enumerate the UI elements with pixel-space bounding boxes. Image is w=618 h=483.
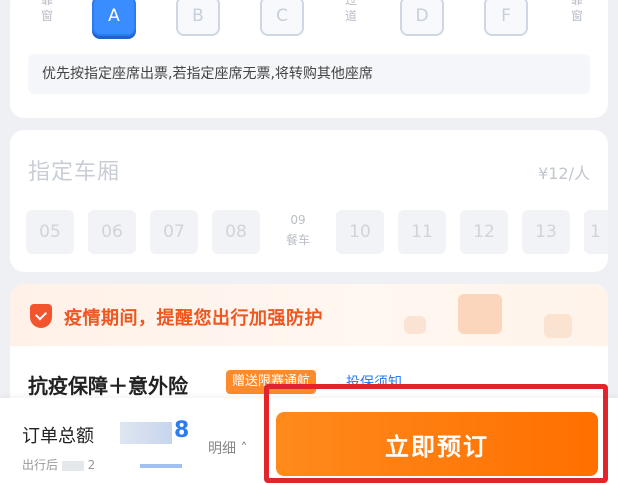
epidemic-banner-text: 疫情期间，提醒您出行加强防护	[64, 308, 323, 329]
dining-car-label: 餐车	[285, 233, 310, 247]
seat-notice: 优先按指定座席出票,若指定座席无票,将转购其他座席	[28, 54, 590, 94]
chevron-up-icon: ˄	[240, 441, 248, 457]
car-item[interactable]: 11	[398, 210, 446, 254]
insurance-title: 抗疫保障＋意外险	[28, 374, 188, 398]
booking-page: 靠窗 A B C 过道 D F 靠窗 优先按指定座席出票,若指定座席无票,将转购…	[0, 0, 618, 483]
seat-c-button[interactable]: C	[260, 0, 304, 36]
after-travel-text: 出行后	[22, 458, 59, 472]
car-item[interactable]: 08	[212, 210, 260, 254]
carriage-card: 指定车厢 ¥12/人 05 06 07 08 09 餐车 10 11 12 13…	[10, 130, 608, 272]
car-item[interactable]: 10	[336, 210, 384, 254]
carriage-price: ¥12/人	[538, 164, 590, 183]
car-item[interactable]: 1	[584, 210, 608, 254]
car-item[interactable]: 12	[460, 210, 508, 254]
underline-blur	[140, 464, 182, 468]
decoration	[544, 314, 572, 338]
seat-d-button[interactable]: D	[400, 0, 444, 36]
after-travel-label: 出行后 2	[22, 456, 95, 473]
car-item[interactable]: 06	[88, 210, 136, 254]
car-item[interactable]: 05	[26, 210, 74, 254]
seat-f-button[interactable]: F	[484, 0, 528, 36]
dining-car-item: 09 餐车	[270, 210, 326, 254]
window-label-right: 靠窗	[570, 0, 583, 23]
detail-toggle[interactable]: 明细 ˄	[208, 438, 247, 458]
seat-row: 靠窗 A B C 过道 D F 靠窗	[10, 0, 608, 38]
after-travel-suffix: 2	[87, 458, 96, 472]
decoration	[458, 294, 502, 334]
epidemic-banner: 疫情期间，提醒您出行加强防护	[10, 284, 608, 346]
seat-a-button[interactable]: A	[92, 0, 136, 36]
car-item[interactable]: 07	[150, 210, 198, 254]
dining-car-number: 09	[290, 213, 306, 227]
book-now-button[interactable]: 立即预订	[276, 412, 598, 476]
decoration	[404, 316, 426, 334]
order-total-amount: 8	[174, 418, 190, 443]
detail-label: 明细	[208, 441, 236, 457]
car-item[interactable]: 13	[522, 210, 570, 254]
order-total-label: 订单总额	[22, 426, 94, 447]
carriage-title: 指定车厢	[28, 160, 121, 185]
window-label-left: 靠窗	[40, 0, 53, 23]
after-blur	[61, 460, 84, 471]
seat-b-button[interactable]: B	[176, 0, 220, 36]
seat-selection-card: 靠窗 A B C 过道 D F 靠窗 优先按指定座席出票,若指定座席无票,将转购…	[10, 0, 608, 118]
amount-blur	[120, 422, 172, 444]
aisle-label: 过道	[344, 0, 357, 23]
shield-icon	[30, 304, 52, 328]
